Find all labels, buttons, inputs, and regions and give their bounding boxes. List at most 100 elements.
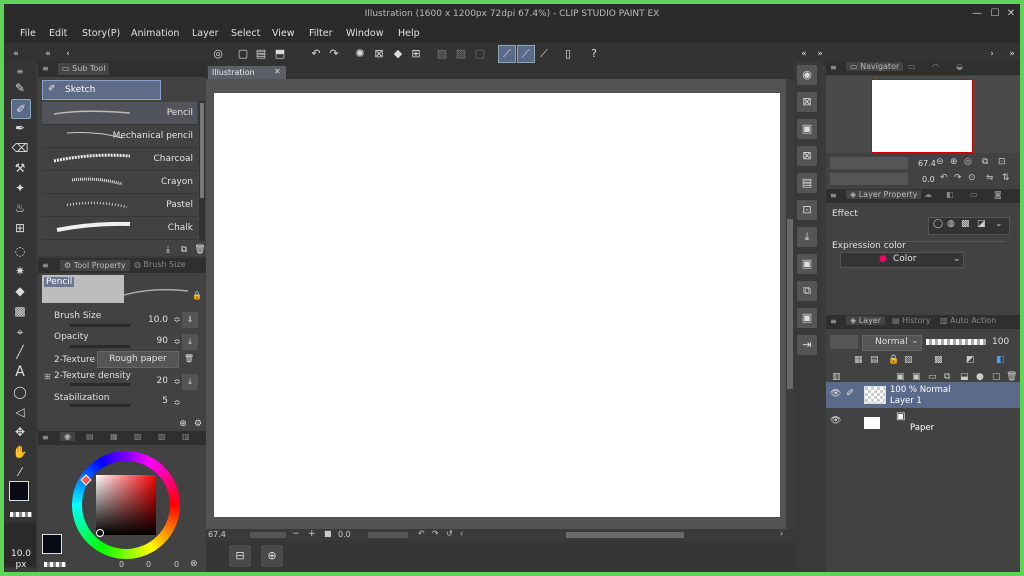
transparent-color-icon[interactable]	[44, 562, 66, 567]
lasso-tool-icon[interactable]: ◌	[11, 242, 29, 260]
menu-animation[interactable]: Animation	[131, 28, 179, 39]
search-icon[interactable]: ◉	[797, 65, 817, 85]
blend-tool-icon[interactable]: ♨	[11, 199, 29, 217]
reset-rotate-icon[interactable]: ⊙	[968, 173, 976, 183]
scroll-left-icon[interactable]: ‹	[460, 529, 463, 538]
material-effect-icon[interactable]: ▣	[797, 308, 817, 328]
material-pattern-icon[interactable]: ⊠	[797, 146, 817, 166]
layer-color-icon[interactable]: ◧	[996, 355, 1005, 365]
texture-density-slider[interactable]	[70, 383, 130, 386]
zoom-out-icon[interactable]: −	[292, 529, 300, 539]
tab-layer[interactable]: ◈ Layer	[846, 316, 886, 325]
transform-icon[interactable]: ⊞	[408, 46, 424, 62]
layer-color-effect-icon[interactable]: ◪	[977, 219, 986, 229]
operation-tool-icon[interactable]: ⌖	[11, 323, 29, 341]
material-manga-icon[interactable]: ▤	[797, 173, 817, 193]
menu-select[interactable]: Select	[231, 28, 260, 39]
tab-navigator[interactable]: ▭ Navigator	[846, 62, 904, 71]
material-color-icon[interactable]: ⧉	[797, 281, 817, 301]
fit-icon[interactable]: ■	[324, 529, 332, 538]
brush-item-pencil[interactable]: Pencil	[42, 102, 197, 125]
tab-history[interactable]: ▤ History	[892, 316, 931, 325]
panel-toggle-icon[interactable]: ▥	[832, 372, 841, 382]
zoom-in-icon[interactable]: +	[308, 529, 316, 539]
deselect-icon[interactable]: ▧	[434, 46, 450, 62]
ruler-icon[interactable]: ◩	[966, 355, 975, 365]
navigator-zoom-slider[interactable]	[830, 157, 908, 169]
horizontal-scrollbar-thumb[interactable]	[566, 532, 684, 538]
material-icon[interactable]: ⊠	[797, 92, 817, 112]
tab-auto-action[interactable]: ▥ Auto Action	[940, 316, 996, 325]
close-tab-icon[interactable]: ✕	[274, 67, 281, 76]
brush-item-mechanical-pencil[interactable]: Mechanical pencil	[42, 125, 197, 148]
eyedropper-tool-icon[interactable]: ⁄	[11, 463, 29, 481]
menu-icon[interactable]: ≡	[830, 191, 837, 200]
snap-ruler-icon[interactable]: ⟋	[498, 45, 516, 63]
fill-tool-icon[interactable]: ◆	[11, 282, 29, 300]
zoom-out-icon[interactable]: ⊖	[936, 157, 944, 167]
scroll-down-icon[interactable]: ⊕	[175, 416, 191, 432]
opacity-field[interactable]: 90	[138, 336, 168, 346]
trash-icon[interactable]: 🗑	[181, 351, 197, 367]
save-icon[interactable]: ⬒	[272, 46, 288, 62]
eraser-tool-icon[interactable]: ⌫	[11, 139, 29, 157]
visibility-eye-icon[interactable]: 👁	[830, 416, 841, 426]
tab-illustration[interactable]: Illustration ✕	[208, 66, 286, 79]
gradient-tool-icon[interactable]: ▩	[11, 302, 29, 320]
collapse-middle-icon[interactable]: «	[796, 46, 812, 62]
redo-icon[interactable]: ↷	[326, 46, 342, 62]
decoration-tool-icon[interactable]: ⚒	[11, 159, 29, 177]
download-icon[interactable]: ⤓	[160, 242, 176, 258]
lock-icon[interactable]: 🔒	[192, 291, 202, 300]
canvas-paper[interactable]	[214, 93, 780, 517]
scroll-right-icon[interactable]: ›	[780, 529, 783, 538]
tab-intermediate-color[interactable]: ▧	[134, 432, 142, 441]
fill-icon[interactable]: ◆	[390, 46, 406, 62]
tab-brush-size[interactable]: ◍ Brush Size	[134, 260, 186, 269]
stabilization-field[interactable]: 5	[138, 396, 168, 406]
menu-filter[interactable]: Filter	[309, 28, 333, 39]
menu-help[interactable]: Help	[398, 28, 420, 39]
material-image-icon[interactable]: ▣	[797, 119, 817, 139]
maximize-icon[interactable]: ☐	[988, 7, 1002, 21]
tab-layer-search[interactable]: ☁	[924, 190, 932, 199]
sub-tool-group-sketch[interactable]: ✐ Sketch	[42, 80, 161, 100]
new-folder-icon[interactable]: ▭	[928, 372, 937, 382]
frame-tool-icon[interactable]: ⊞	[11, 219, 29, 237]
collapse-left-icon[interactable]: «	[8, 46, 24, 62]
navigator-angle-value[interactable]: 0.0	[922, 175, 935, 184]
tab-info[interactable]: ◠	[932, 62, 939, 71]
tab-item-bank[interactable]: ◒	[956, 62, 963, 71]
minimize-icon[interactable]: —	[970, 7, 984, 21]
texture-select[interactable]: Rough paper	[97, 351, 179, 368]
brush-item-charcoal[interactable]: Charcoal	[42, 148, 197, 171]
page-manager-icon[interactable]: ⊟	[229, 545, 251, 567]
navigator-rotate-slider[interactable]	[830, 173, 908, 185]
menu-window[interactable]: Window	[346, 28, 383, 39]
menu-icon[interactable]: ≡	[830, 63, 837, 72]
expand-icon[interactable]: ⊞	[44, 372, 51, 381]
mask-icon[interactable]: ▩	[934, 355, 943, 365]
scrollbar-thumb[interactable]	[200, 103, 204, 198]
copy-layer-icon[interactable]: ⧉	[944, 372, 950, 382]
lock-transparent-icon[interactable]: ▨	[904, 355, 913, 365]
brush-tool-icon[interactable]: ✒	[11, 119, 29, 137]
device-icon[interactable]: ▯	[560, 46, 576, 62]
menu-story[interactable]: Story(P)	[82, 28, 120, 39]
expand-middle-icon[interactable]: »	[812, 46, 828, 62]
close-icon[interactable]: ✕	[1004, 7, 1018, 21]
material-download-icon[interactable]: ⤓	[797, 227, 817, 247]
chevron-down-icon[interactable]: ⌄	[995, 219, 1003, 229]
material-exit-icon[interactable]: ⇥	[797, 335, 817, 355]
hsv-toggle-icon[interactable]: ⊗	[190, 559, 198, 569]
menu-icon[interactable]: ≡	[42, 64, 49, 73]
vertical-scrollbar-thumb[interactable]	[787, 219, 793, 389]
tab-approximate-color[interactable]: ▨	[158, 432, 166, 441]
expression-color-select[interactable]: ● Color ⌄	[840, 252, 964, 268]
snap-grid-icon[interactable]: ⟋	[536, 46, 552, 62]
clip-studio-icon[interactable]: ◎	[210, 46, 226, 62]
rotate-slider[interactable]	[368, 532, 408, 538]
menu-icon[interactable]: ≡	[830, 317, 837, 326]
tab-sub-tool[interactable]: ▭ Sub Tool	[58, 63, 110, 75]
actual-size-icon[interactable]: ⧉	[982, 157, 988, 167]
